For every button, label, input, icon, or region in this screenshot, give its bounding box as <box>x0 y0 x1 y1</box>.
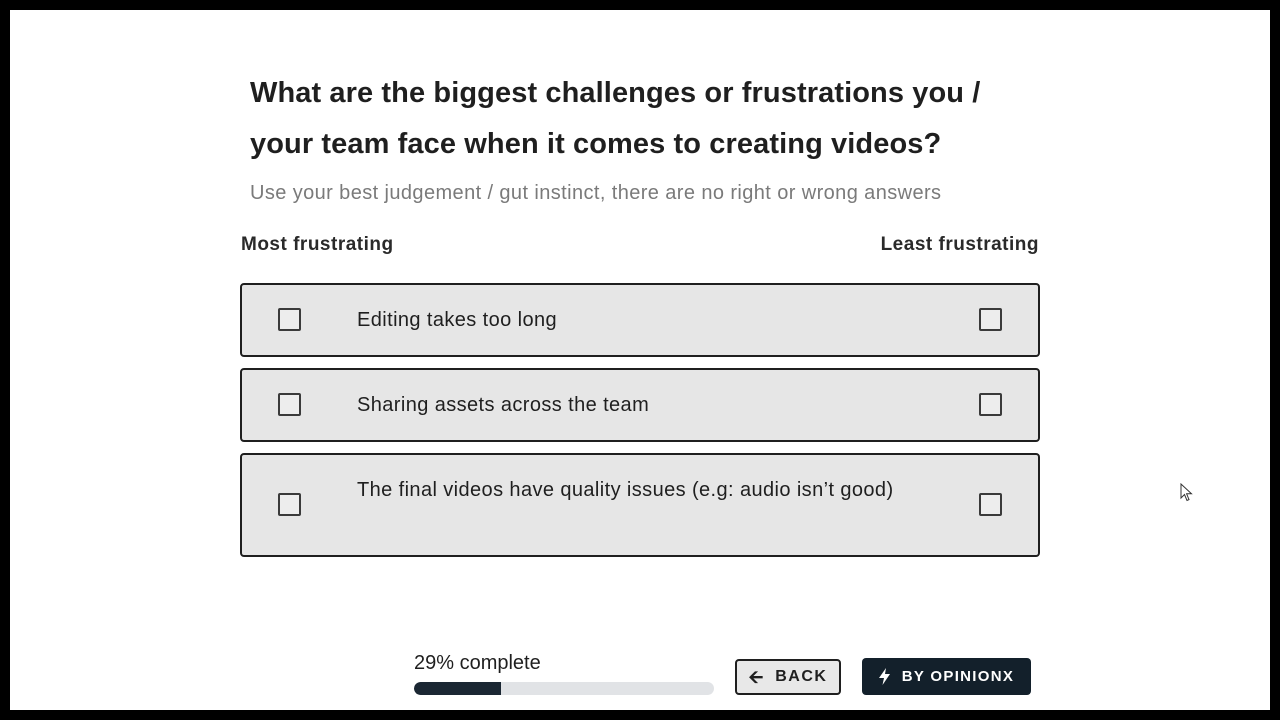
least-frustrating-checkbox[interactable] <box>979 493 1002 516</box>
scale-label-most: Most frustrating <box>241 234 394 255</box>
question-title: What are the biggest challenges or frust… <box>250 77 981 160</box>
least-frustrating-checkbox[interactable] <box>979 308 1002 331</box>
opinionx-brand-button[interactable]: BY OPINIONX <box>862 658 1031 695</box>
mouse-pointer-icon <box>1180 482 1194 508</box>
option-label: Editing takes too long <box>357 309 558 331</box>
option-row: The final videos have quality issues (e.… <box>240 453 1040 557</box>
back-button-label: BACK <box>775 668 828 685</box>
least-frustrating-checkbox[interactable] <box>979 393 1002 416</box>
progress-label: 29% complete <box>414 652 541 674</box>
option-label: The final videos have quality issues (e.… <box>357 479 894 501</box>
most-frustrating-checkbox[interactable] <box>278 393 301 416</box>
option-row: Sharing assets across the team <box>240 368 1040 442</box>
lightning-bolt-icon <box>878 668 890 685</box>
scale-label-least: Least frustrating <box>880 234 1039 255</box>
progress-bar-fill <box>414 682 501 695</box>
most-frustrating-checkbox[interactable] <box>278 493 301 516</box>
option-row: Editing takes too long <box>240 283 1040 357</box>
progress-bar <box>414 682 714 695</box>
arrow-left-icon: 🡨 <box>748 667 764 687</box>
most-frustrating-checkbox[interactable] <box>278 308 301 331</box>
option-label: Sharing assets across the team <box>357 394 650 416</box>
survey-page: What are the biggest challenges or frust… <box>10 10 1270 710</box>
back-button[interactable]: 🡨 BACK <box>735 659 841 695</box>
brand-button-label: BY OPINIONX <box>901 668 1015 685</box>
question-subtitle: Use your best judgement / gut instinct, … <box>250 182 942 204</box>
